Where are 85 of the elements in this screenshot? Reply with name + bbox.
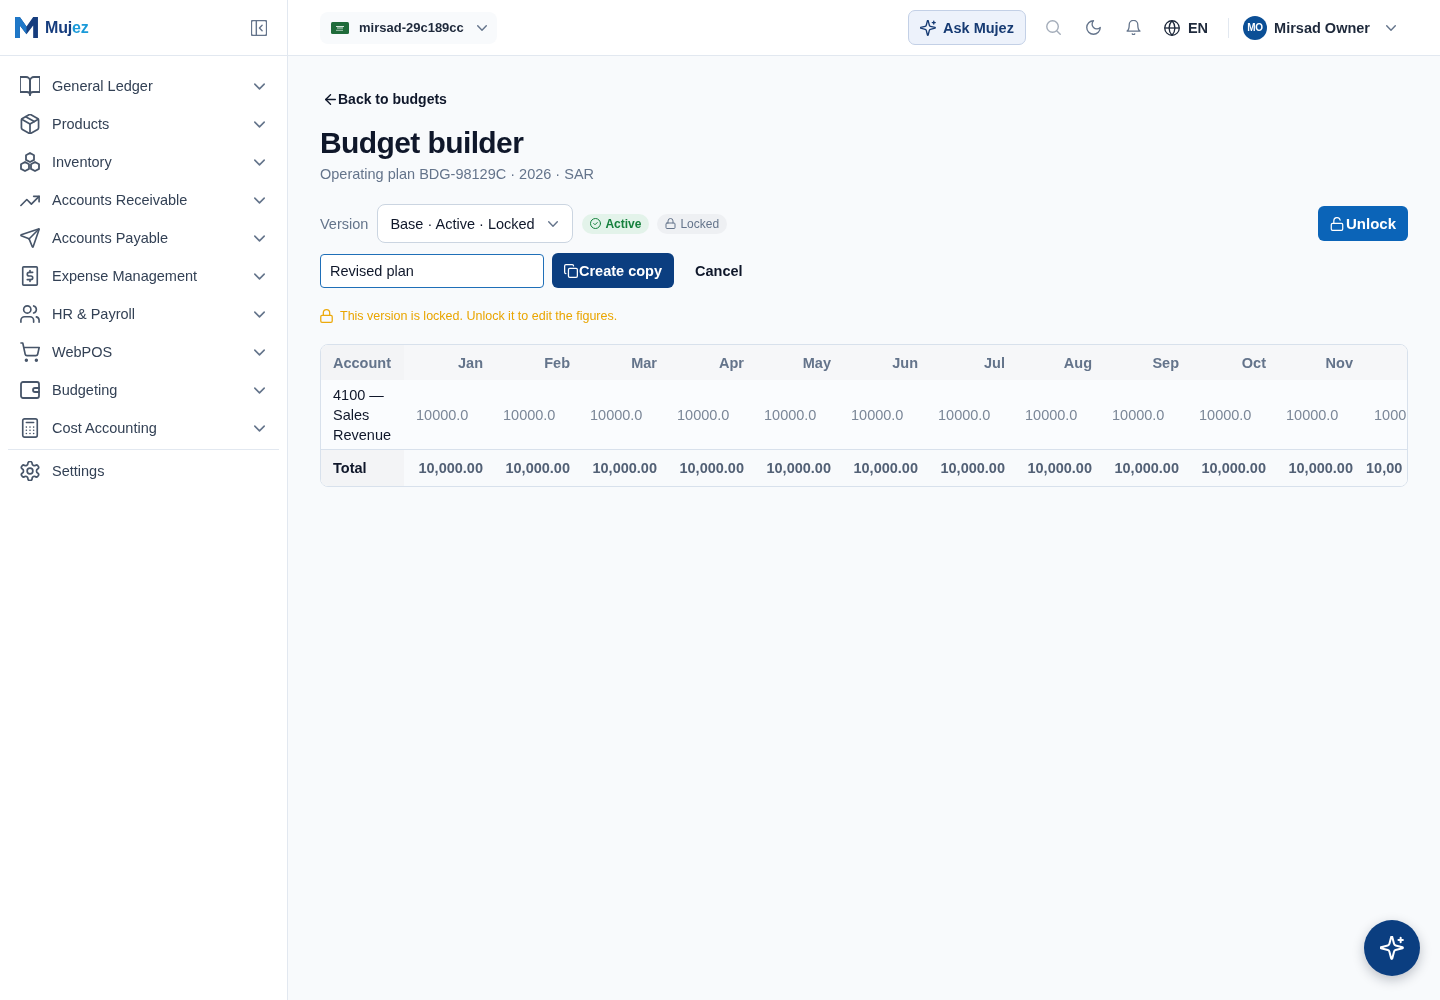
column-header: Aug xyxy=(1063,354,1092,371)
chevron-icon xyxy=(548,220,559,227)
sparkle-icon xyxy=(1380,936,1404,960)
nav-item[interactable]: Products xyxy=(8,105,279,143)
nav-item[interactable]: Budgeting xyxy=(8,371,279,409)
version-select[interactable]: Base · Active · Locked xyxy=(377,204,574,243)
copy-icon xyxy=(564,263,578,278)
page-subtitle: Operating plan BDG-98129C · 2026 · SAR xyxy=(320,165,595,184)
nav-item[interactable]: Expense Management xyxy=(8,257,279,295)
column-header: Apr xyxy=(719,354,744,371)
total-cell: 10,000.00 xyxy=(592,460,657,476)
cart-icon xyxy=(20,342,40,362)
nav-item[interactable]: General Ledger xyxy=(8,67,279,105)
language-button[interactable]: EN xyxy=(1157,11,1215,44)
column-header: Account xyxy=(333,354,391,371)
dollar-receipt-icon xyxy=(20,266,40,286)
create-copy-button[interactable]: Create copy xyxy=(552,253,674,288)
back-link[interactable]: Back to budgets xyxy=(325,89,447,109)
check-circle-icon xyxy=(590,218,602,229)
nav-item[interactable]: Inventory xyxy=(8,143,279,181)
collapse-sidebar-button[interactable] xyxy=(251,19,267,36)
lock-icon xyxy=(665,218,677,229)
total-label: Total xyxy=(333,460,367,476)
unlock-icon xyxy=(1330,216,1344,231)
nav-item[interactable]: Accounts Payable xyxy=(8,219,279,257)
nav-item[interactable]: WebPOS xyxy=(8,333,279,371)
column-header: Jun xyxy=(892,354,918,371)
moon-icon xyxy=(1086,20,1102,35)
flag-icon xyxy=(331,21,349,34)
settings-icon xyxy=(20,461,40,481)
avatar: MO xyxy=(1243,15,1268,40)
total-cell: 10,000.00 xyxy=(418,460,483,476)
column-header: Jul xyxy=(984,354,1005,371)
globe-icon xyxy=(1163,19,1180,36)
cancel-button[interactable]: Cancel xyxy=(682,253,756,288)
nav-item[interactable]: HR & Payroll xyxy=(8,295,279,333)
people-icon xyxy=(20,304,40,324)
user-name: Mirsad Owner xyxy=(1274,19,1370,36)
brand-name: Mujez xyxy=(45,18,89,37)
account-cell-text: 4100 — Sales Revenue xyxy=(333,385,393,445)
total-cell: 10,000.00 xyxy=(1114,460,1179,476)
sparkle-icon xyxy=(920,19,937,36)
column-header: Jan xyxy=(458,354,483,371)
bell-icon xyxy=(1126,20,1142,35)
column-header: Nov xyxy=(1325,354,1353,371)
book-icon xyxy=(20,76,40,96)
column-header: Mar xyxy=(631,354,657,371)
column-header: Feb xyxy=(544,354,570,371)
page-title: Budget builder xyxy=(320,125,524,161)
version-label: Version xyxy=(320,215,369,232)
calculator-icon xyxy=(20,418,40,438)
total-cell: 10,000.00 xyxy=(940,460,1005,476)
nav-item[interactable]: Accounts Receivable xyxy=(8,181,279,219)
column-header: Oct xyxy=(1241,354,1266,371)
total-cell: 10,00 xyxy=(1366,460,1403,476)
wallet-icon xyxy=(20,380,40,400)
logo-icon xyxy=(15,17,38,38)
box-icon xyxy=(20,114,40,134)
total-cell: 10,000.00 xyxy=(1027,460,1092,476)
user-menu[interactable]: MO Mirsad Owner xyxy=(1243,15,1396,40)
chevron-icon xyxy=(476,24,487,31)
paper-plane-icon xyxy=(20,228,40,248)
status-badge: Active xyxy=(582,213,650,234)
locked-notice: This version is locked. Unlock it to edit the figures. xyxy=(340,309,618,323)
unlock-button[interactable]: Unlock xyxy=(1318,206,1408,241)
column-header: May xyxy=(802,354,831,371)
total-cell: 10,000.00 xyxy=(1201,460,1266,476)
column-header: Sep xyxy=(1152,354,1179,371)
total-cell: 10,000.00 xyxy=(766,460,831,476)
chevron-icon xyxy=(1386,24,1396,31)
total-cell: 10,000.00 xyxy=(1288,460,1353,476)
nav-item[interactable]: Cost Accounting xyxy=(8,409,279,447)
search-icon xyxy=(1046,20,1062,35)
nav-item[interactable]: Settings xyxy=(8,452,279,490)
total-cell: 10,000.00 xyxy=(853,460,918,476)
organization-switcher[interactable]: mirsad-29c189cc xyxy=(320,11,497,44)
assistant-button[interactable] xyxy=(1364,920,1420,976)
cubes-icon xyxy=(20,152,40,172)
total-cell: 10,000.00 xyxy=(505,460,570,476)
status-badge: Locked xyxy=(657,213,728,234)
lock-icon xyxy=(320,309,333,323)
ask-assistant-button[interactable]: Ask Mujez xyxy=(908,10,1026,45)
sidebar-panel-icon xyxy=(251,19,267,36)
total-cell: 10,000.00 xyxy=(679,460,744,476)
copy-name-field[interactable]: Revised plan xyxy=(320,253,544,288)
